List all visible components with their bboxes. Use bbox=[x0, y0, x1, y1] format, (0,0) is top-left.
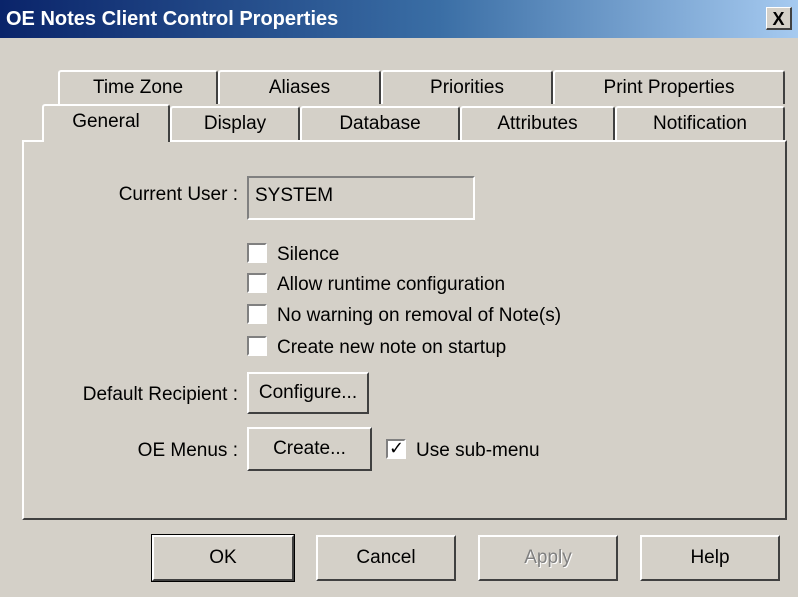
apply-button: Apply bbox=[478, 535, 618, 581]
checkbox-label: Create new note on startup bbox=[277, 337, 507, 358]
tab-label: Attributes bbox=[497, 113, 578, 134]
create-button-label: Create... bbox=[273, 438, 346, 459]
tab-label: Priorities bbox=[430, 77, 504, 98]
checkbox-box[interactable] bbox=[247, 273, 267, 293]
checkbox-label: No warning on removal of Note(s) bbox=[277, 305, 562, 326]
checkbox-label: Use sub-menu bbox=[416, 440, 540, 461]
close-button[interactable]: X bbox=[766, 7, 792, 30]
create-new-note-on-startup-checkbox[interactable]: Create new note on startup bbox=[247, 336, 507, 361]
current-user-field[interactable]: SYSTEM bbox=[247, 176, 475, 220]
tab-aliases[interactable]: Aliases bbox=[218, 70, 381, 104]
tab-attributes[interactable]: Attributes bbox=[460, 106, 615, 140]
checkbox-box[interactable] bbox=[247, 336, 267, 356]
tab-label: Time Zone bbox=[92, 77, 184, 98]
use-sub-menu-checkbox[interactable]: ✓ Use sub-menu bbox=[386, 438, 540, 464]
tab-label: Aliases bbox=[268, 77, 331, 98]
current-user-value: SYSTEM bbox=[255, 185, 334, 206]
current-user-label: Current User : bbox=[118, 184, 238, 205]
checkbox-box[interactable] bbox=[247, 304, 267, 324]
tab-display[interactable]: Display bbox=[170, 106, 300, 140]
apply-button-label: Apply bbox=[524, 547, 572, 568]
create-button[interactable]: Create... bbox=[247, 427, 372, 471]
window-title: OE Notes Client Control Properties bbox=[6, 8, 339, 30]
no-warning-on-removal-checkbox[interactable]: No warning on removal of Note(s) bbox=[247, 304, 562, 329]
cancel-button-label: Cancel bbox=[356, 547, 416, 568]
configure-button-label: Configure... bbox=[258, 382, 358, 403]
checkbox-box[interactable] bbox=[247, 243, 267, 263]
silence-checkbox[interactable]: Silence bbox=[247, 243, 340, 268]
tab-database[interactable]: Database bbox=[300, 106, 460, 140]
tab-label: Print Properties bbox=[603, 77, 735, 98]
title-bar: OE Notes Client Control Properties X bbox=[0, 0, 798, 38]
tab-priorities[interactable]: Priorities bbox=[381, 70, 553, 104]
tab-time-zone[interactable]: Time Zone bbox=[58, 70, 218, 104]
help-button[interactable]: Help bbox=[640, 535, 780, 581]
tab-print-properties[interactable]: Print Properties bbox=[553, 70, 785, 104]
allow-runtime-configuration-checkbox[interactable]: Allow runtime configuration bbox=[247, 273, 506, 298]
checkbox-label: Silence bbox=[277, 244, 340, 265]
tab-label: Database bbox=[339, 113, 421, 134]
checkmark-icon: ✓ bbox=[389, 438, 405, 458]
tab-general[interactable]: General bbox=[42, 104, 170, 142]
tab-label: General bbox=[72, 111, 140, 132]
tab-label: Notification bbox=[653, 113, 747, 134]
checkbox-label: Allow runtime configuration bbox=[277, 274, 506, 295]
oe-menus-label: OE Menus : bbox=[137, 440, 238, 461]
help-button-label: Help bbox=[690, 547, 730, 568]
checkbox-box[interactable]: ✓ bbox=[386, 438, 406, 459]
default-recipient-label: Default Recipient : bbox=[82, 384, 238, 405]
tab-notification[interactable]: Notification bbox=[615, 106, 785, 140]
cancel-button[interactable]: Cancel bbox=[316, 535, 456, 581]
tab-label: Display bbox=[203, 113, 267, 134]
configure-button[interactable]: Configure... bbox=[247, 372, 369, 414]
close-icon: X bbox=[772, 9, 785, 29]
ok-button[interactable]: OK bbox=[151, 534, 295, 582]
ok-button-label: OK bbox=[209, 547, 237, 568]
